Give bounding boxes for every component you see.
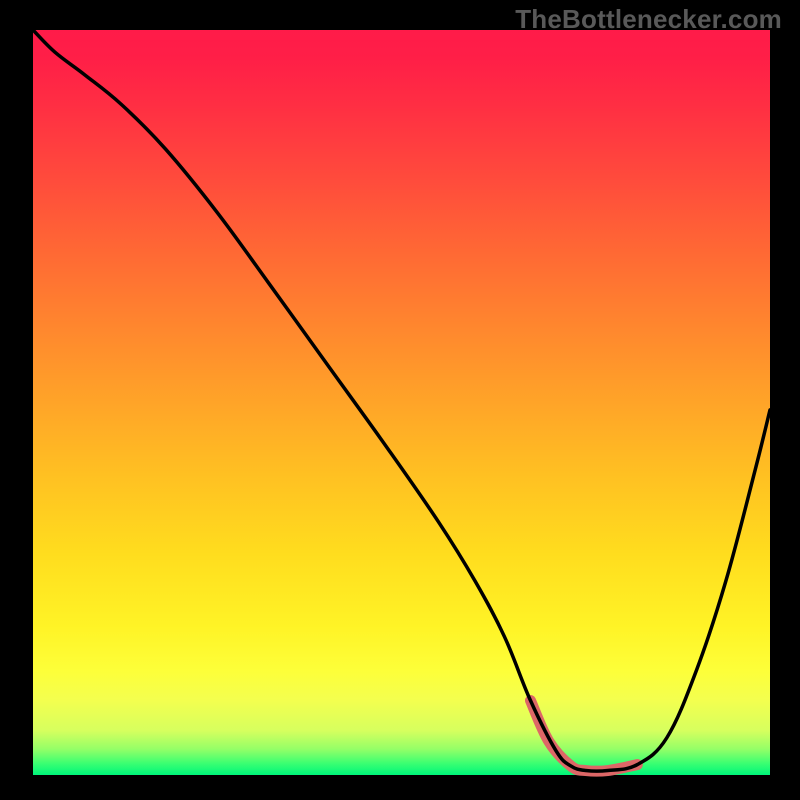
gradient-background <box>33 30 770 775</box>
chart-frame: TheBottlenecker.com <box>0 0 800 800</box>
bottleneck-curve-chart <box>0 0 800 800</box>
